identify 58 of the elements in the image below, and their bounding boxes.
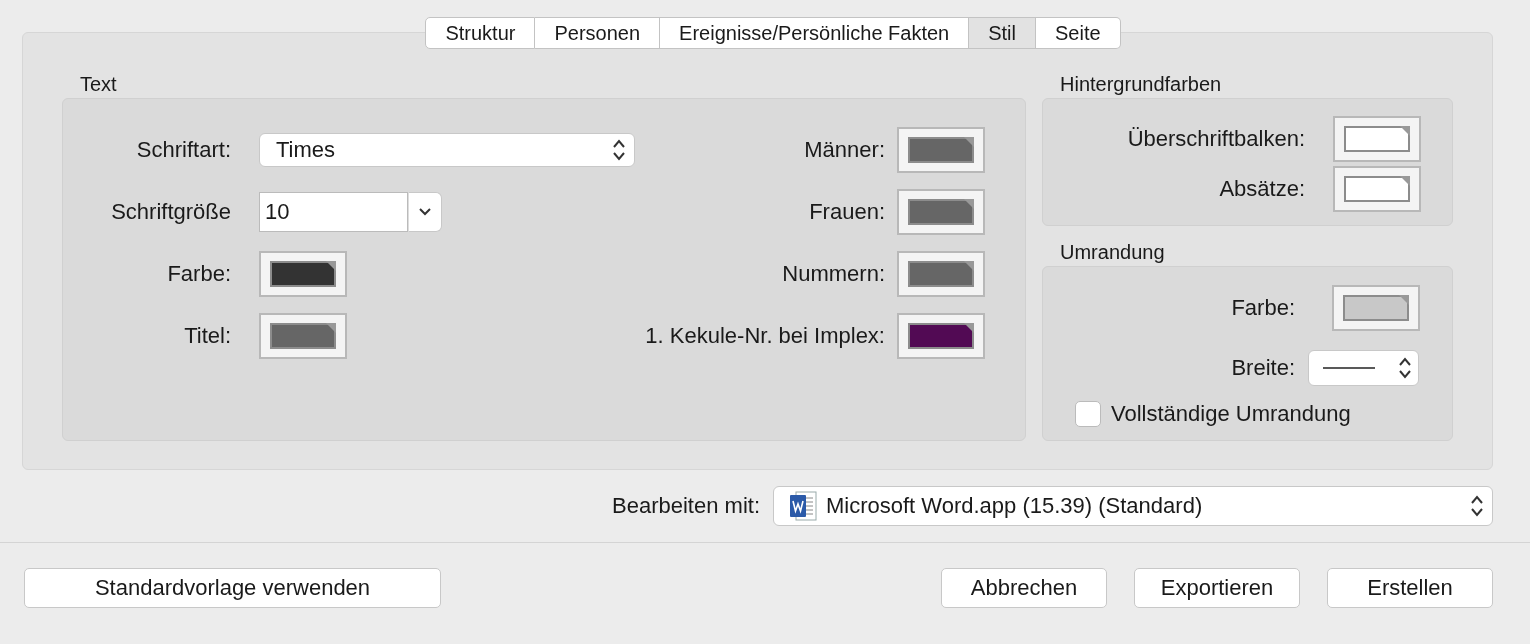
- group-title: Hintergrundfarben: [1059, 72, 1222, 97]
- line-width-dropdown[interactable]: [1308, 350, 1419, 386]
- corner-triangle-icon: [964, 199, 974, 209]
- color-well[interactable]: [259, 313, 347, 359]
- up-down-arrows-icon: [1470, 494, 1484, 518]
- field-label: Titel:: [183, 323, 231, 349]
- chevron-down-icon: [418, 207, 432, 217]
- color-well[interactable]: [1332, 285, 1420, 331]
- dialog-button[interactable]: Erstellen: [1327, 568, 1493, 608]
- field-label: Breite:: [1230, 355, 1295, 381]
- corner-triangle-icon: [1400, 176, 1410, 186]
- font-dropdown[interactable]: Times: [259, 133, 635, 167]
- dialog-button[interactable]: Exportieren: [1134, 568, 1300, 608]
- corner-triangle-icon: [326, 323, 336, 333]
- field-label: Frauen:: [808, 199, 885, 225]
- checkbox-label: Vollständige Umrandung: [1111, 401, 1351, 427]
- color-well[interactable]: [897, 313, 985, 359]
- field-label: 1. Kekule-Nr. bei Implex:: [645, 323, 885, 349]
- dropdown-value: Microsoft Word.app (15.39) (Standard): [826, 493, 1204, 519]
- tab[interactable]: Stil: [969, 17, 1036, 49]
- dialog-button[interactable]: Abbrechen: [941, 568, 1107, 608]
- tab[interactable]: Personen: [535, 17, 661, 49]
- field-label: Bearbeiten mit:: [612, 493, 760, 519]
- color-well[interactable]: [897, 127, 985, 173]
- up-down-arrows-icon: [612, 138, 626, 162]
- tab[interactable]: Seite: [1036, 17, 1121, 49]
- checkbox[interactable]: [1075, 401, 1101, 427]
- field-label: Schriftart:: [135, 137, 231, 163]
- corner-triangle-icon: [1400, 126, 1410, 136]
- line-icon: [1323, 366, 1375, 370]
- up-down-arrows-icon: [1398, 356, 1412, 380]
- field-label: Farbe:: [1230, 295, 1295, 321]
- template-button[interactable]: Standardvorlage verwenden: [24, 568, 441, 608]
- group-title: Umrandung: [1059, 240, 1165, 265]
- document-icon: [788, 490, 818, 522]
- field-label: Absätze:: [1218, 176, 1305, 202]
- corner-triangle-icon: [964, 137, 974, 147]
- field-label: Männer:: [803, 137, 885, 163]
- field-label: Nummern:: [781, 261, 885, 287]
- color-well[interactable]: [1333, 116, 1421, 162]
- field-label: Farbe:: [166, 261, 231, 287]
- font-size-field[interactable]: 10: [259, 192, 408, 232]
- tab[interactable]: Ereignisse/Persönliche Fakten: [660, 17, 970, 49]
- corner-triangle-icon: [326, 261, 336, 271]
- corner-triangle-icon: [964, 323, 974, 333]
- corner-triangle-icon: [1399, 295, 1409, 305]
- field-label: Überschriftbalken:: [1126, 126, 1305, 152]
- color-well[interactable]: [1333, 166, 1421, 212]
- group-title: Text: [79, 72, 117, 97]
- color-well[interactable]: [897, 189, 985, 235]
- color-well[interactable]: [259, 251, 347, 297]
- dropdown-value: Times: [276, 137, 336, 163]
- tab[interactable]: Struktur: [425, 17, 536, 49]
- field-label: Schriftgröße: [110, 199, 231, 225]
- color-well[interactable]: [897, 251, 985, 297]
- corner-triangle-icon: [964, 261, 974, 271]
- application-dropdown[interactable]: Microsoft Word.app (15.39) (Standard): [773, 486, 1493, 526]
- dropdown-button[interactable]: [408, 192, 442, 232]
